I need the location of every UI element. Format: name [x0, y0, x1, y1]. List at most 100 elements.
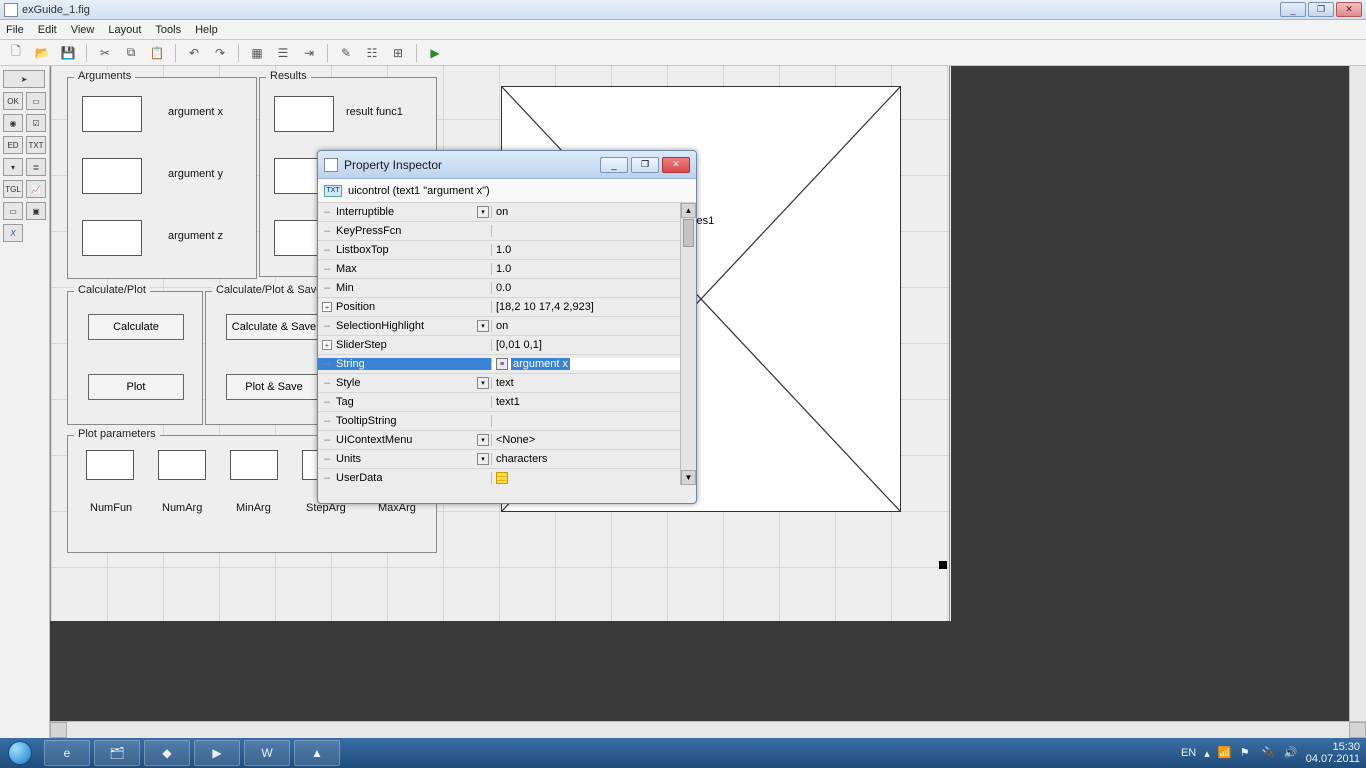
- panel-icon[interactable]: ▭: [3, 202, 23, 220]
- power-icon[interactable]: 🔌: [1262, 746, 1276, 760]
- panel-calcplot[interactable]: Calculate/Plot Calculate Plot: [67, 291, 203, 425]
- property-row-userdata[interactable]: –UserData: [318, 469, 680, 485]
- property-inspector-dialog[interactable]: Property Inspector _ ❐ ✕ TXT uicontrol (…: [317, 150, 697, 504]
- edit-argx[interactable]: [82, 96, 142, 132]
- open-icon[interactable]: 📂: [32, 43, 52, 63]
- buttongroup-icon[interactable]: ▣: [26, 202, 46, 220]
- tab-order-icon[interactable]: ⇥: [299, 43, 319, 63]
- clock[interactable]: 15:30 04.07.2011: [1306, 741, 1360, 765]
- property-row-interruptible[interactable]: –Interruptible▾on: [318, 203, 680, 222]
- resize-handle[interactable]: [939, 561, 947, 569]
- new-icon[interactable]: 🗋: [6, 43, 26, 63]
- property-row-keypressfcn[interactable]: –KeyPressFcn: [318, 222, 680, 241]
- taskbar-word[interactable]: W: [244, 740, 290, 766]
- property-inspector-icon[interactable]: ☷: [362, 43, 382, 63]
- property-row-max[interactable]: –Max1.0: [318, 260, 680, 279]
- taskbar-media[interactable]: ▶: [194, 740, 240, 766]
- string-edit-icon[interactable]: ≡: [496, 358, 508, 370]
- paste-icon[interactable]: 📋: [147, 43, 167, 63]
- edit-result1[interactable]: [274, 96, 334, 132]
- axes-icon[interactable]: 📈: [26, 180, 46, 198]
- checkbox-icon[interactable]: ☑: [26, 114, 46, 132]
- property-value[interactable]: ≡argument x: [492, 358, 680, 370]
- taskbar-app1[interactable]: ◆: [144, 740, 190, 766]
- property-row-listboxtop[interactable]: –ListboxTop1.0: [318, 241, 680, 260]
- edit-numfun[interactable]: [86, 450, 134, 480]
- property-value[interactable]: [492, 472, 680, 484]
- property-row-min[interactable]: –Min0.0: [318, 279, 680, 298]
- maximize-button[interactable]: ❐: [1308, 2, 1334, 17]
- start-button[interactable]: [0, 738, 40, 768]
- copy-icon[interactable]: ⧉: [121, 43, 141, 63]
- redo-icon[interactable]: ↷: [210, 43, 230, 63]
- plot-button[interactable]: Plot: [88, 374, 184, 400]
- property-value[interactable]: text1: [492, 396, 680, 408]
- property-value[interactable]: [0,01 0,1]: [492, 339, 680, 351]
- scroll-up-icon[interactable]: ▲: [681, 203, 696, 218]
- edit-numarg[interactable]: [158, 450, 206, 480]
- horizontal-scrollbar[interactable]: [50, 721, 1366, 738]
- property-scrollbar[interactable]: ▲ ▼: [680, 203, 696, 485]
- volume-icon[interactable]: 🔊: [1284, 746, 1298, 760]
- plot-save-button[interactable]: Plot & Save: [226, 374, 322, 400]
- property-value[interactable]: on: [492, 206, 680, 218]
- property-row-sliderstep[interactable]: +SliderStep[0,01 0,1]: [318, 336, 680, 355]
- calculate-button[interactable]: Calculate: [88, 314, 184, 340]
- property-value[interactable]: text: [492, 377, 680, 389]
- menu-file[interactable]: File: [6, 24, 24, 36]
- taskbar-matlab[interactable]: ▲: [294, 740, 340, 766]
- property-row-units[interactable]: –Units▾characters: [318, 450, 680, 469]
- property-value[interactable]: 1.0: [492, 263, 680, 275]
- run-icon[interactable]: ▶: [425, 43, 445, 63]
- statictext-icon[interactable]: TXT: [26, 136, 46, 154]
- property-value[interactable]: [18,2 10 17,4 2,923]: [492, 301, 680, 313]
- edit-minarg[interactable]: [230, 450, 278, 480]
- property-row-style[interactable]: –Style▾text: [318, 374, 680, 393]
- panel-arguments[interactable]: Arguments argument x argument y argument…: [67, 77, 257, 279]
- select-tool-icon[interactable]: ➤: [3, 70, 45, 88]
- property-value[interactable]: 1.0: [492, 244, 680, 256]
- dialog-maximize-button[interactable]: ❐: [631, 157, 659, 173]
- dialog-minimize-button[interactable]: _: [600, 157, 628, 173]
- dropdown-icon[interactable]: ▾: [477, 377, 489, 389]
- taskbar-explorer[interactable]: 🗂: [94, 740, 140, 766]
- property-value[interactable]: <None>: [492, 434, 680, 446]
- expand-icon[interactable]: +: [322, 302, 332, 312]
- menu-view[interactable]: View: [71, 24, 95, 36]
- activex-icon[interactable]: X: [3, 224, 23, 242]
- dropdown-icon[interactable]: ▾: [477, 206, 489, 218]
- property-value[interactable]: 0.0: [492, 282, 680, 294]
- edittext-icon[interactable]: ED: [3, 136, 23, 154]
- mfile-editor-icon[interactable]: ✎: [336, 43, 356, 63]
- edit-argz[interactable]: [82, 220, 142, 256]
- slider-icon[interactable]: ▭: [26, 92, 46, 110]
- cut-icon[interactable]: ✂: [95, 43, 115, 63]
- flag-icon[interactable]: ⚑: [1240, 746, 1254, 760]
- lang-indicator[interactable]: EN: [1181, 747, 1196, 759]
- dropdown-icon[interactable]: ▾: [477, 434, 489, 446]
- dropdown-icon[interactable]: ▾: [477, 453, 489, 465]
- dialog-title-bar[interactable]: Property Inspector _ ❐ ✕: [318, 151, 696, 179]
- userdata-grid-icon[interactable]: [496, 472, 508, 484]
- property-row-tag[interactable]: –Tagtext1: [318, 393, 680, 412]
- calculate-save-button[interactable]: Calculate & Save: [226, 314, 322, 340]
- property-value[interactable]: characters: [492, 453, 680, 465]
- minimize-button[interactable]: _: [1280, 2, 1306, 17]
- menu-editor-icon[interactable]: ☰: [273, 43, 293, 63]
- expand-icon[interactable]: +: [322, 340, 332, 350]
- popupmenu-icon[interactable]: ▾: [3, 158, 23, 176]
- togglebutton-icon[interactable]: TGL: [3, 180, 23, 198]
- pushbutton-icon[interactable]: OK: [3, 92, 23, 110]
- radiobutton-icon[interactable]: ◉: [3, 114, 23, 132]
- menu-help[interactable]: Help: [195, 24, 218, 36]
- dropdown-icon[interactable]: ▾: [477, 320, 489, 332]
- property-row-string[interactable]: –String≡argument x: [318, 355, 680, 374]
- edit-argy[interactable]: [82, 158, 142, 194]
- menu-edit[interactable]: Edit: [38, 24, 57, 36]
- menu-tools[interactable]: Tools: [155, 24, 181, 36]
- scroll-right-icon[interactable]: [1349, 722, 1366, 738]
- object-browser-icon[interactable]: ⊞: [388, 43, 408, 63]
- menu-layout[interactable]: Layout: [108, 24, 141, 36]
- property-value[interactable]: on: [492, 320, 680, 332]
- property-row-position[interactable]: +Position[18,2 10 17,4 2,923]: [318, 298, 680, 317]
